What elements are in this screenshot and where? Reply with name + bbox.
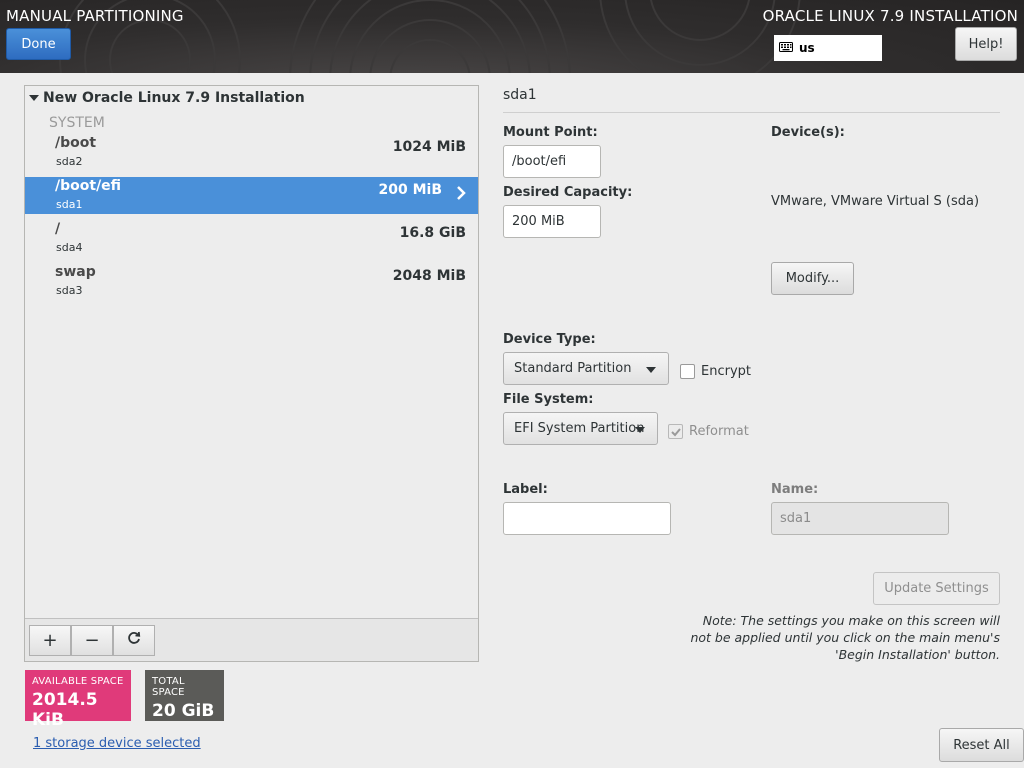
label-field[interactable] — [503, 502, 671, 535]
device-type-label: Device Type: — [503, 332, 596, 347]
mount-point-size: 200 MiB — [378, 182, 443, 198]
dropdown-arrow-icon — [646, 367, 656, 373]
mount-point-name: /boot/efi — [55, 178, 122, 194]
mount-point-device: sda2 — [56, 155, 83, 168]
total-space-label: TOTAL SPACE — [152, 676, 185, 698]
add-mount-point-button[interactable]: + — [29, 625, 71, 656]
details-separator — [503, 112, 1000, 113]
keyboard-layout-label: us — [799, 41, 815, 55]
screen-title: MANUAL PARTITIONING — [6, 7, 184, 25]
partition-title: sda1 — [503, 87, 537, 103]
mount-point-device: sda4 — [56, 241, 83, 254]
reformat-checkbox[interactable]: Reformat — [668, 424, 749, 439]
settings-note: Note: The settings you make on this scre… — [690, 613, 1000, 662]
file-system-dropdown[interactable]: EFI System Partition — [503, 412, 658, 445]
header-bar: MANUAL PARTITIONING ORACLE LINUX 7.9 INS… — [0, 0, 1024, 73]
available-space-label: AVAILABLE SPACE — [32, 676, 124, 687]
keyboard-icon — [779, 41, 793, 56]
available-space-value: 2014.5 KiB — [32, 690, 98, 730]
mount-point-name: / — [55, 221, 61, 237]
mount-point-device: sda1 — [56, 198, 83, 211]
mount-point-row-root[interactable]: / sda4 16.8 GiB — [25, 220, 478, 257]
mount-point-row-boot-efi[interactable]: /boot/efi sda1 200 MiB — [25, 177, 478, 214]
label-field-label: Label: — [503, 482, 548, 497]
mount-point-size: 2048 MiB — [392, 268, 466, 284]
installation-title: New Oracle Linux 7.9 Installation — [43, 90, 305, 106]
devices-value: VMware, VMware Virtual S (sda) — [771, 194, 980, 209]
file-system-label: File System: — [503, 392, 594, 407]
mount-point-field[interactable]: /boot/efi — [503, 145, 601, 178]
checkbox-checked-box — [668, 424, 683, 439]
installation-expander[interactable]: New Oracle Linux 7.9 Installation — [27, 88, 305, 108]
done-button[interactable]: Done — [6, 28, 71, 60]
mount-point-device: sda3 — [56, 284, 83, 297]
update-settings-button[interactable]: Update Settings — [873, 572, 1000, 605]
mount-point-name: /boot — [55, 135, 97, 151]
expander-triangle-icon — [29, 95, 39, 101]
mount-point-toolbar: + − — [25, 618, 478, 661]
mount-point-name: swap — [55, 264, 96, 280]
dropdown-arrow-icon — [635, 427, 645, 433]
mount-point-size: 1024 MiB — [392, 139, 466, 155]
mount-point-list-panel: New Oracle Linux 7.9 Installation SYSTEM… — [24, 85, 479, 662]
product-title: ORACLE LINUX 7.9 INSTALLATION — [762, 7, 1018, 25]
encrypt-checkbox[interactable]: Encrypt — [680, 364, 751, 379]
file-system-value: EFI System Partition — [514, 421, 645, 436]
available-space-box: AVAILABLE SPACE 2014.5 KiB — [25, 670, 131, 730]
modify-button[interactable]: Modify... — [771, 262, 854, 295]
reset-all-button[interactable]: Reset All — [939, 728, 1024, 762]
refresh-icon — [126, 630, 142, 651]
total-space-value: 20 GiB — [152, 701, 215, 721]
mount-point-size: 16.8 GiB — [399, 225, 466, 241]
keyboard-layout-indicator[interactable]: us — [774, 35, 882, 61]
encrypt-label: Encrypt — [701, 364, 751, 379]
total-space-box: TOTAL SPACE 20 GiB — [145, 670, 224, 721]
checkbox-box — [680, 364, 695, 379]
system-group-label: SYSTEM — [49, 115, 105, 131]
desired-capacity-field[interactable]: 200 MiB — [503, 205, 601, 238]
mount-point-row-boot[interactable]: /boot sda2 1024 MiB — [25, 134, 478, 171]
remove-mount-point-button[interactable]: − — [71, 625, 113, 656]
help-button[interactable]: Help! — [955, 27, 1017, 61]
storage-device-link[interactable]: 1 storage device selected — [33, 736, 201, 751]
device-type-value: Standard Partition — [514, 361, 632, 376]
mount-point-label: Mount Point: — [503, 125, 598, 140]
chevron-right-icon — [456, 185, 466, 205]
name-field-label: Name: — [771, 482, 819, 497]
desired-capacity-label: Desired Capacity: — [503, 185, 633, 200]
mount-point-row-swap[interactable]: swap sda3 2048 MiB — [25, 263, 478, 300]
reformat-label: Reformat — [689, 424, 749, 439]
name-field[interactable]: sda1 — [771, 502, 949, 535]
device-type-dropdown[interactable]: Standard Partition — [503, 352, 669, 385]
refresh-button[interactable] — [113, 625, 155, 656]
checkmark-icon — [670, 427, 681, 436]
devices-label: Device(s): — [771, 125, 845, 140]
